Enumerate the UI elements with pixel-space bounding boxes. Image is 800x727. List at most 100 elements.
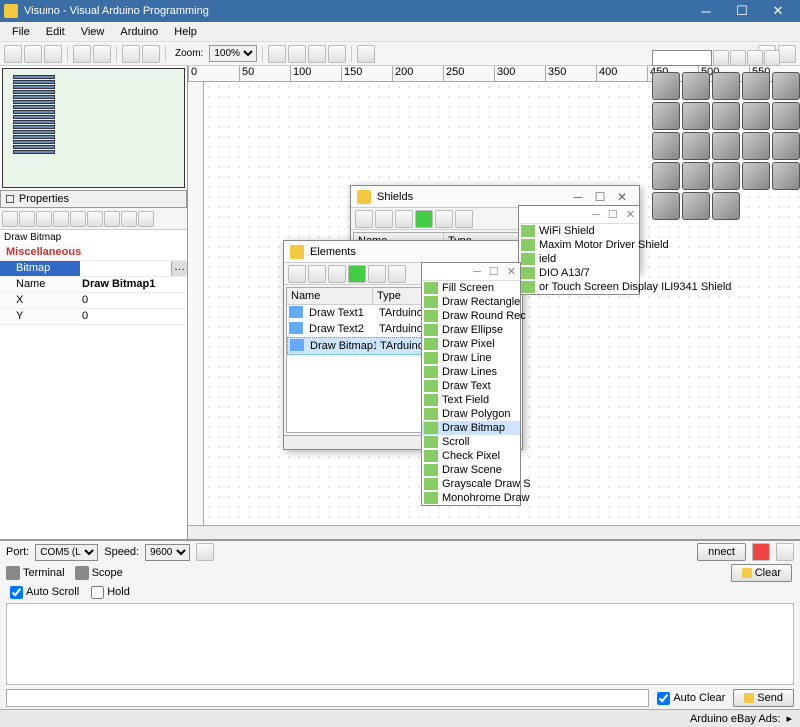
shields-tool1-icon[interactable] <box>355 210 373 228</box>
tab-scope[interactable]: Scope <box>75 566 123 580</box>
refresh-icon[interactable] <box>328 45 346 63</box>
picker-min-button[interactable]: ─ <box>473 266 481 278</box>
palette-item[interactable] <box>682 132 710 160</box>
maximize-button[interactable]: ☐ <box>724 0 760 22</box>
shield-option[interactable]: DIO A13/7 <box>519 266 639 280</box>
menu-arduino[interactable]: Arduino <box>112 24 166 40</box>
send-button[interactable]: Send <box>733 689 794 707</box>
palette-item[interactable] <box>652 132 680 160</box>
zoom-select[interactable]: 100% <box>209 45 257 62</box>
picker-max-button[interactable]: ☐ <box>489 265 499 278</box>
new-icon[interactable] <box>4 45 22 63</box>
port-tool-icon[interactable] <box>196 543 214 561</box>
menu-file[interactable]: File <box>4 24 38 40</box>
palette-item[interactable] <box>772 132 800 160</box>
prop-row-name[interactable]: NameDraw Bitmap1 <box>0 277 187 293</box>
element-option[interactable]: Draw Line <box>422 351 520 365</box>
shields-add-icon[interactable] <box>415 210 433 228</box>
elements-tool1-icon[interactable] <box>288 265 306 283</box>
element-option[interactable]: Monohrome Draw <box>422 491 520 505</box>
undo-icon[interactable] <box>122 45 140 63</box>
component-preview[interactable] <box>2 68 185 188</box>
hold-checkbox[interactable]: Hold <box>91 586 130 599</box>
palette-item[interactable] <box>682 72 710 100</box>
element-option[interactable]: Scroll <box>422 435 520 449</box>
terminal-input[interactable] <box>6 689 649 707</box>
shields-picker[interactable]: ─☐✕ WiFi Shield Maxim Motor Driver Shiel… <box>518 205 640 295</box>
shields-down-icon[interactable] <box>455 210 473 228</box>
shields-max-button[interactable]: ☐ <box>589 190 611 204</box>
delete-icon[interactable] <box>357 45 375 63</box>
palette-item[interactable] <box>772 162 800 190</box>
copy-icon[interactable] <box>93 45 111 63</box>
autoscroll-checkbox[interactable]: Auto Scroll <box>10 586 79 599</box>
zoom-out-icon[interactable] <box>288 45 306 63</box>
elements-add-icon[interactable] <box>348 265 366 283</box>
prop-tool5-icon[interactable] <box>70 211 86 227</box>
port-select[interactable]: COM5 (L <box>35 544 98 561</box>
cut-icon[interactable] <box>73 45 91 63</box>
minimize-button[interactable]: ─ <box>688 0 724 22</box>
element-option[interactable]: Draw Round Rec <box>422 309 520 323</box>
element-option[interactable]: Fill Screen <box>422 281 520 295</box>
palette-item[interactable] <box>742 132 770 160</box>
prop-row-x[interactable]: X0 <box>0 293 187 309</box>
canvas-scrollbar-h[interactable] <box>188 525 800 539</box>
palette-item[interactable] <box>652 72 680 100</box>
element-option[interactable]: Draw Lines <box>422 365 520 379</box>
redo-icon[interactable] <box>142 45 160 63</box>
autoclear-checkbox[interactable]: Auto Clear <box>657 692 725 705</box>
palette-tool2-icon[interactable] <box>730 50 746 66</box>
prop-expand-icon[interactable] <box>36 211 52 227</box>
element-option[interactable]: Draw Bitmap <box>422 421 520 435</box>
menu-edit[interactable]: Edit <box>38 24 73 40</box>
palette-tool3-icon[interactable] <box>747 50 763 66</box>
palette-item[interactable] <box>742 72 770 100</box>
arduino-component[interactable] <box>13 75 55 175</box>
element-option[interactable]: Draw Polygon <box>422 407 520 421</box>
palette-item[interactable] <box>712 72 740 100</box>
shield-option[interactable]: WiFi Shield <box>519 224 639 238</box>
picker-max-button[interactable]: ☐ <box>608 208 618 221</box>
terminal-output[interactable] <box>6 603 794 685</box>
prop-row-bitmap[interactable]: Bitmap… <box>0 261 187 277</box>
menu-view[interactable]: View <box>73 24 113 40</box>
menu-help[interactable]: Help <box>166 24 205 40</box>
palette-item[interactable] <box>652 102 680 130</box>
prop-tool9-icon[interactable] <box>138 211 154 227</box>
save-icon[interactable] <box>44 45 62 63</box>
elements-picker[interactable]: ─☐✕ Fill ScreenDraw RectangleDraw Round … <box>421 262 521 506</box>
palette-item[interactable] <box>652 162 680 190</box>
element-option[interactable]: Grayscale Draw S <box>422 477 520 491</box>
palette-item[interactable] <box>652 192 680 220</box>
palette-item[interactable] <box>682 102 710 130</box>
palette-tool4-icon[interactable] <box>764 50 780 66</box>
shields-tool3-icon[interactable] <box>395 210 413 228</box>
elements-down-icon[interactable] <box>388 265 406 283</box>
connect-button[interactable]: nnect <box>697 543 746 561</box>
elements-tool3-icon[interactable] <box>328 265 346 283</box>
palette-item[interactable] <box>682 192 710 220</box>
element-option[interactable]: Draw Pixel <box>422 337 520 351</box>
disconnect-icon[interactable] <box>752 543 770 561</box>
prop-tool6-icon[interactable] <box>87 211 103 227</box>
palette-item[interactable] <box>712 162 740 190</box>
palette-filter-icon[interactable] <box>713 50 729 66</box>
elements-up-icon[interactable] <box>368 265 386 283</box>
shield-option[interactable]: Maxim Motor Driver Shield <box>519 238 639 252</box>
palette-search-input[interactable] <box>652 50 712 66</box>
shields-close-button[interactable]: ✕ <box>611 190 633 204</box>
settings-icon[interactable] <box>776 543 794 561</box>
palette-item[interactable] <box>772 72 800 100</box>
prop-row-y[interactable]: Y0 <box>0 309 187 325</box>
picker-min-button[interactable]: ─ <box>592 209 600 221</box>
prop-tool7-icon[interactable] <box>104 211 120 227</box>
properties-grid[interactable]: Miscellaneous Bitmap… NameDraw Bitmap1 X… <box>0 245 187 539</box>
element-option[interactable]: Draw Ellipse <box>422 323 520 337</box>
element-option[interactable]: Draw Rectangle <box>422 295 520 309</box>
palette-item[interactable] <box>742 162 770 190</box>
palette-item[interactable] <box>682 162 710 190</box>
prop-collapse-icon[interactable] <box>53 211 69 227</box>
close-button[interactable]: ✕ <box>760 0 796 22</box>
zoom-fit-icon[interactable] <box>308 45 326 63</box>
